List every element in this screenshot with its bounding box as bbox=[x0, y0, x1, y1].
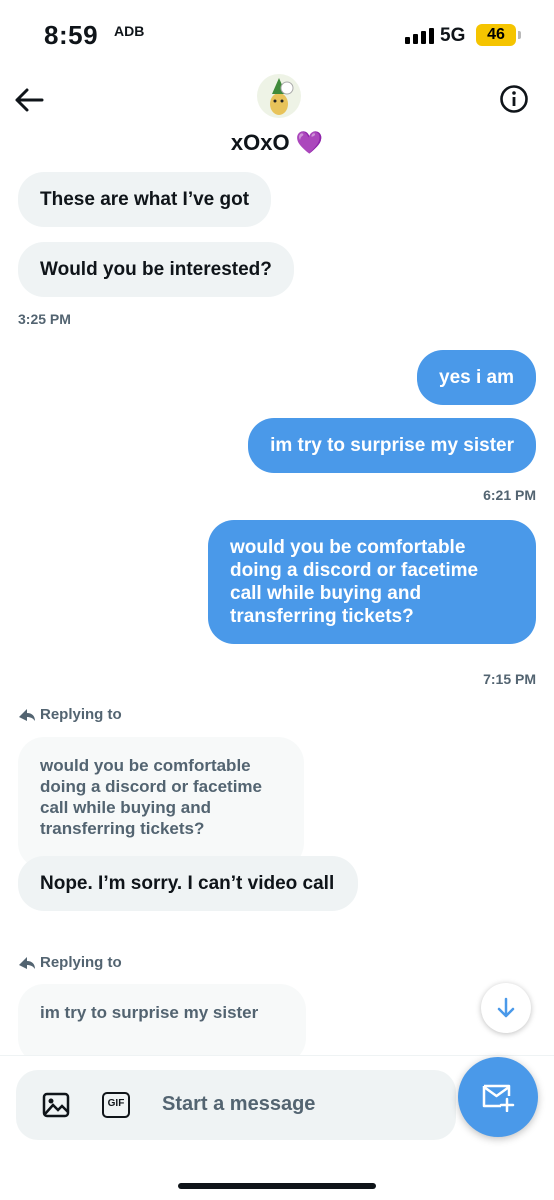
contact-name-text: xOxO bbox=[230, 130, 290, 155]
contact-name[interactable]: xOxO 💜 bbox=[0, 130, 554, 156]
compose-message-icon bbox=[482, 1084, 515, 1112]
message-timestamp: 3:25 PM bbox=[18, 311, 71, 327]
received-message[interactable]: Would you be interested? bbox=[18, 242, 294, 297]
message-timestamp: 6:21 PM bbox=[483, 487, 536, 503]
reply-arrow-icon bbox=[19, 708, 35, 721]
status-time: 8:59 bbox=[44, 20, 99, 50]
sent-message[interactable]: yes i am bbox=[417, 350, 536, 405]
battery-icon: 46 bbox=[476, 24, 521, 46]
home-indicator bbox=[178, 1183, 376, 1189]
new-message-button[interactable] bbox=[458, 1057, 538, 1137]
received-message[interactable]: Nope. I’m sorry. I can’t video call bbox=[18, 856, 358, 911]
back-arrow-icon[interactable] bbox=[14, 86, 44, 114]
replying-to-text: Replying to bbox=[40, 954, 122, 971]
info-icon[interactable] bbox=[499, 84, 529, 114]
image-icon[interactable] bbox=[42, 1092, 70, 1118]
quoted-message[interactable]: im try to surprise my sister bbox=[18, 984, 306, 1064]
quoted-message[interactable]: would you be comfortable doing a discord… bbox=[18, 737, 304, 869]
conversation-header: xOxO 💜 bbox=[0, 70, 554, 170]
status-extra-icon: ADB bbox=[114, 23, 145, 39]
signal-icon bbox=[405, 28, 434, 44]
message-input[interactable]: Start a message bbox=[162, 1093, 315, 1116]
replying-to-label: Replying to bbox=[18, 954, 122, 971]
replying-to-text: Replying to bbox=[40, 706, 122, 723]
message-timestamp: 7:15 PM bbox=[483, 671, 536, 687]
sent-message[interactable]: im try to surprise my sister bbox=[248, 418, 536, 473]
arrow-down-icon bbox=[497, 997, 515, 1018]
received-message[interactable]: These are what I’ve got bbox=[18, 172, 272, 227]
network-type: 5G bbox=[440, 25, 466, 46]
message-composer[interactable]: GIF Start a message bbox=[16, 1070, 456, 1140]
scroll-to-bottom-button[interactable] bbox=[481, 983, 531, 1033]
avatar[interactable] bbox=[257, 74, 301, 118]
purple-heart-emoji: 💜 bbox=[295, 130, 324, 155]
reply-arrow-icon bbox=[19, 956, 35, 969]
replying-to-label: Replying to bbox=[18, 706, 122, 723]
gif-icon[interactable]: GIF bbox=[102, 1092, 130, 1118]
sent-message[interactable]: would you be comfortable doing a discord… bbox=[208, 520, 536, 644]
status-bar: 8:59 ADB 5G 46 bbox=[0, 0, 554, 70]
